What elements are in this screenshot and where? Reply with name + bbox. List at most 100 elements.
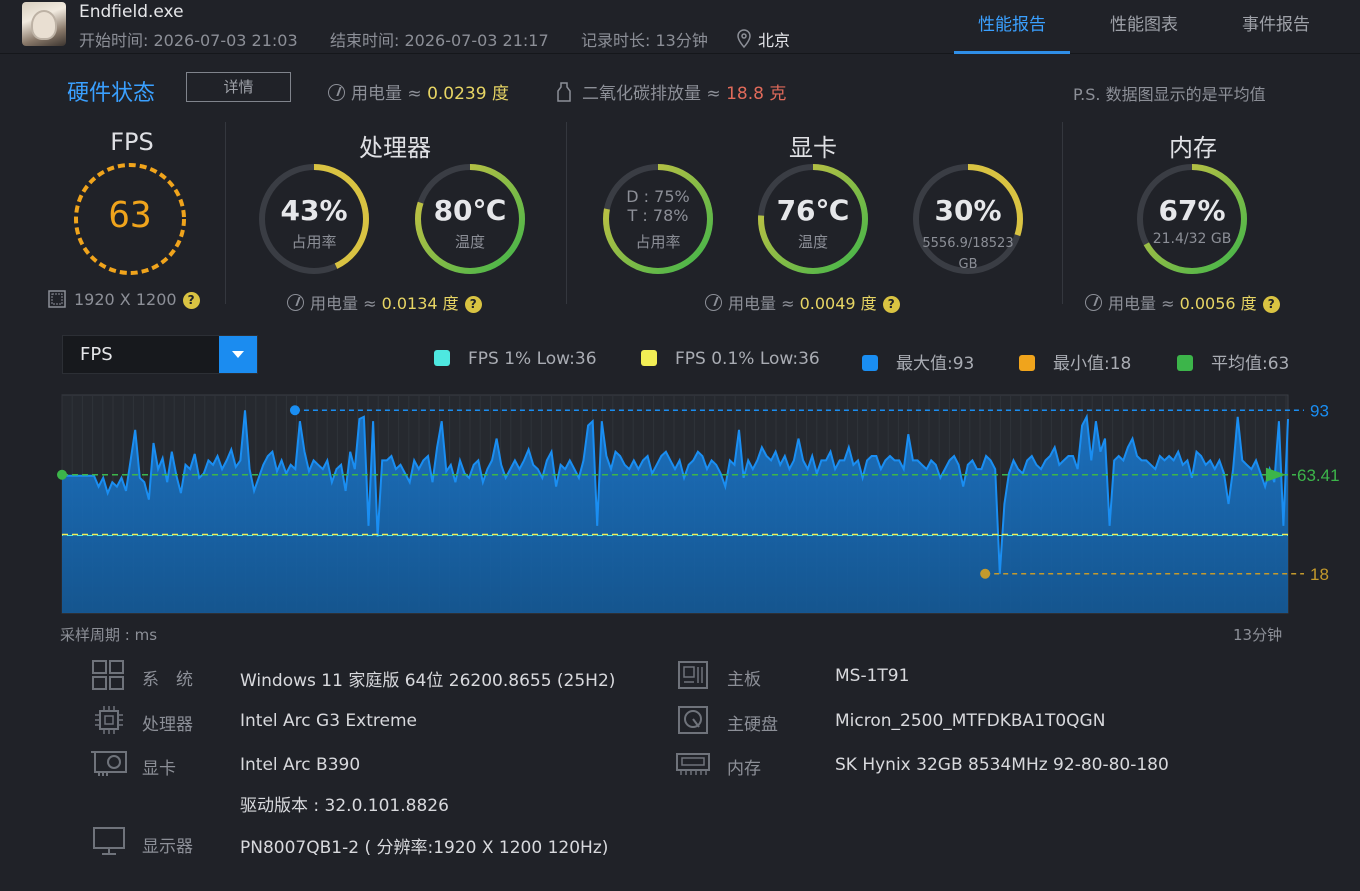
legend-label: FPS 0.1% Low:36 bbox=[675, 349, 820, 369]
os-label: 系 统 bbox=[142, 670, 193, 690]
power-icon bbox=[287, 294, 304, 311]
legend-label: 最大值:93 bbox=[896, 354, 975, 374]
power-icon bbox=[1085, 294, 1102, 311]
app-name: Endfield.exe bbox=[79, 2, 184, 22]
fps-value: 63 bbox=[108, 195, 152, 236]
ram-value: SK Hynix 32GB 8534MHz 92-80-80-180 bbox=[835, 755, 1169, 775]
legend-label: FPS 1% Low:36 bbox=[468, 349, 597, 369]
legend-fps-1pct-low: FPS 1% Low:36 bbox=[434, 349, 597, 369]
memory-usage-value: 67% bbox=[1158, 194, 1226, 227]
legend-label: 最小值:18 bbox=[1053, 354, 1132, 374]
help-icon[interactable]: ? bbox=[182, 292, 200, 309]
power-icon bbox=[705, 294, 722, 311]
fps-gauge: 63 bbox=[72, 161, 188, 277]
cpu-usage-label: 占用率 bbox=[291, 233, 337, 251]
gpu-power-label: 用电量 ≈ bbox=[728, 294, 800, 313]
cpu-label: 处理器 bbox=[142, 715, 193, 735]
tab-performance-chart[interactable]: 性能图表 bbox=[1086, 10, 1202, 54]
average-start-marker bbox=[57, 469, 67, 480]
memory-usage-gauge: 67% 21.4/32 GB bbox=[1134, 161, 1250, 277]
max-marker bbox=[289, 405, 300, 416]
power-icon bbox=[328, 84, 345, 101]
motherboard-icon bbox=[678, 661, 708, 689]
legend-swatch bbox=[641, 350, 657, 366]
ps-note: P.S. 数据图显示的是平均值 bbox=[1073, 85, 1266, 104]
gpu-value: Intel Arc B390 bbox=[240, 755, 361, 775]
metric-select[interactable]: FPS bbox=[62, 335, 258, 374]
tab-performance-report[interactable]: 性能报告 bbox=[954, 10, 1070, 54]
game-avatar bbox=[22, 2, 66, 46]
disk-label: 主硬盘 bbox=[727, 715, 778, 735]
help-icon[interactable]: ? bbox=[464, 296, 482, 313]
help-icon[interactable]: ? bbox=[882, 296, 900, 313]
memory-power: 用电量 ≈ 0.0056 度? bbox=[1085, 290, 1280, 314]
min-marker bbox=[980, 568, 991, 579]
divider bbox=[225, 122, 226, 304]
cpu-usage-gauge: 43% 占用率 bbox=[256, 161, 372, 277]
help-icon[interactable]: ? bbox=[1262, 296, 1280, 313]
motherboard-label: 主板 bbox=[727, 670, 761, 690]
fps-title: FPS bbox=[110, 128, 154, 156]
fps-chart: 93 63.41 18 bbox=[57, 394, 1340, 614]
tab-event-report[interactable]: 事件报告 bbox=[1218, 10, 1334, 54]
monitor-label: 显示器 bbox=[142, 837, 193, 857]
legend-swatch bbox=[434, 350, 450, 366]
total-power: 用电量 ≈ 0.0239 度 bbox=[328, 79, 509, 104]
gpu-vram-gauge: 30% 5556.9/18523 GB bbox=[910, 161, 1026, 277]
gpu-title: 显卡 bbox=[789, 134, 837, 162]
max-value-label: 93 bbox=[1310, 401, 1329, 420]
end-time: 结束时间: 2026-07-03 21:17 bbox=[330, 31, 549, 50]
ram-label: 内存 bbox=[727, 759, 761, 779]
app-window: Endfield.exe 开始时间: 2026-07-03 21:03 结束时间… bbox=[0, 0, 1360, 891]
gpu-vram-value: 30% bbox=[934, 194, 1002, 227]
gpu-temp-gauge: 76℃ 温度 bbox=[755, 161, 871, 277]
legend-max: 最大值:93 bbox=[862, 349, 974, 374]
duration: 记录时长: 13分钟 bbox=[581, 31, 708, 50]
cpu-power-value: 0.0134 度 bbox=[381, 294, 459, 313]
gpu-label: 显卡 bbox=[142, 759, 176, 779]
gpu-usage-t: T : 78% bbox=[627, 206, 689, 225]
details-button[interactable]: 详情 bbox=[186, 72, 291, 102]
gpu-icon bbox=[91, 751, 127, 776]
start-time: 开始时间: 2026-07-03 21:03 bbox=[79, 31, 298, 50]
windows-icon bbox=[92, 660, 124, 690]
hardware-status-title: 硬件状态 bbox=[67, 81, 156, 106]
motherboard-value: MS-1T91 bbox=[835, 666, 910, 686]
total-power-value: 0.0239 度 bbox=[427, 84, 509, 104]
gpu-usage-label: 占用率 bbox=[635, 233, 681, 251]
co2-bottle-icon bbox=[557, 82, 571, 102]
cpu-usage-value: 43% bbox=[280, 194, 348, 227]
memory-power-label: 用电量 ≈ bbox=[1108, 294, 1180, 313]
memory-power-value: 0.0056 度 bbox=[1179, 294, 1257, 313]
divider bbox=[566, 122, 567, 304]
legend-min: 最小值:18 bbox=[1019, 349, 1131, 374]
cpu-power: 用电量 ≈ 0.0134 度? bbox=[287, 290, 482, 314]
gpu-power-value: 0.0049 度 bbox=[799, 294, 877, 313]
cpu-value: Intel Arc G3 Extreme bbox=[240, 711, 417, 731]
chart-end-time: 13分钟 bbox=[1233, 626, 1283, 644]
divider bbox=[1062, 122, 1063, 304]
co2-label: 二氧化碳排放量 ≈ bbox=[582, 84, 727, 104]
os-value: Windows 11 家庭版 64位 26200.8655 (25H2) bbox=[240, 671, 616, 691]
monitor-icon bbox=[93, 827, 125, 855]
fps-resolution: 1920 X 1200? bbox=[48, 290, 200, 309]
gpu-vram-label: 5556.9/18523 GB bbox=[922, 236, 1014, 272]
cpu-temp-value: 80℃ bbox=[433, 194, 507, 227]
co2-emission: 二氧化碳排放量 ≈ 18.8 克 bbox=[556, 79, 786, 104]
gpu-power: 用电量 ≈ 0.0049 度? bbox=[705, 290, 900, 314]
monitor-value: PN8007QB1-2 ( 分辨率:1920 X 1200 120Hz) bbox=[240, 838, 609, 858]
disk-value: Micron_2500_MTFDKBA1T0QGN bbox=[835, 711, 1106, 731]
cpu-power-label: 用电量 ≈ bbox=[310, 294, 382, 313]
legend-fps-01pct-low: FPS 0.1% Low:36 bbox=[641, 349, 820, 369]
memory-title: 内存 bbox=[1169, 134, 1217, 162]
fps-resolution-value: 1920 X 1200 bbox=[74, 290, 177, 309]
disk-icon bbox=[678, 706, 708, 734]
total-power-label: 用电量 ≈ bbox=[351, 84, 428, 104]
location-pin-icon bbox=[737, 29, 751, 49]
cpu-title: 处理器 bbox=[359, 134, 431, 162]
average-value-label: 63.41 bbox=[1297, 466, 1340, 485]
legend-swatch bbox=[1177, 355, 1193, 371]
active-tab-indicator bbox=[954, 51, 1070, 54]
cpu-icon bbox=[95, 706, 123, 734]
chevron-down-icon[interactable] bbox=[219, 336, 257, 373]
